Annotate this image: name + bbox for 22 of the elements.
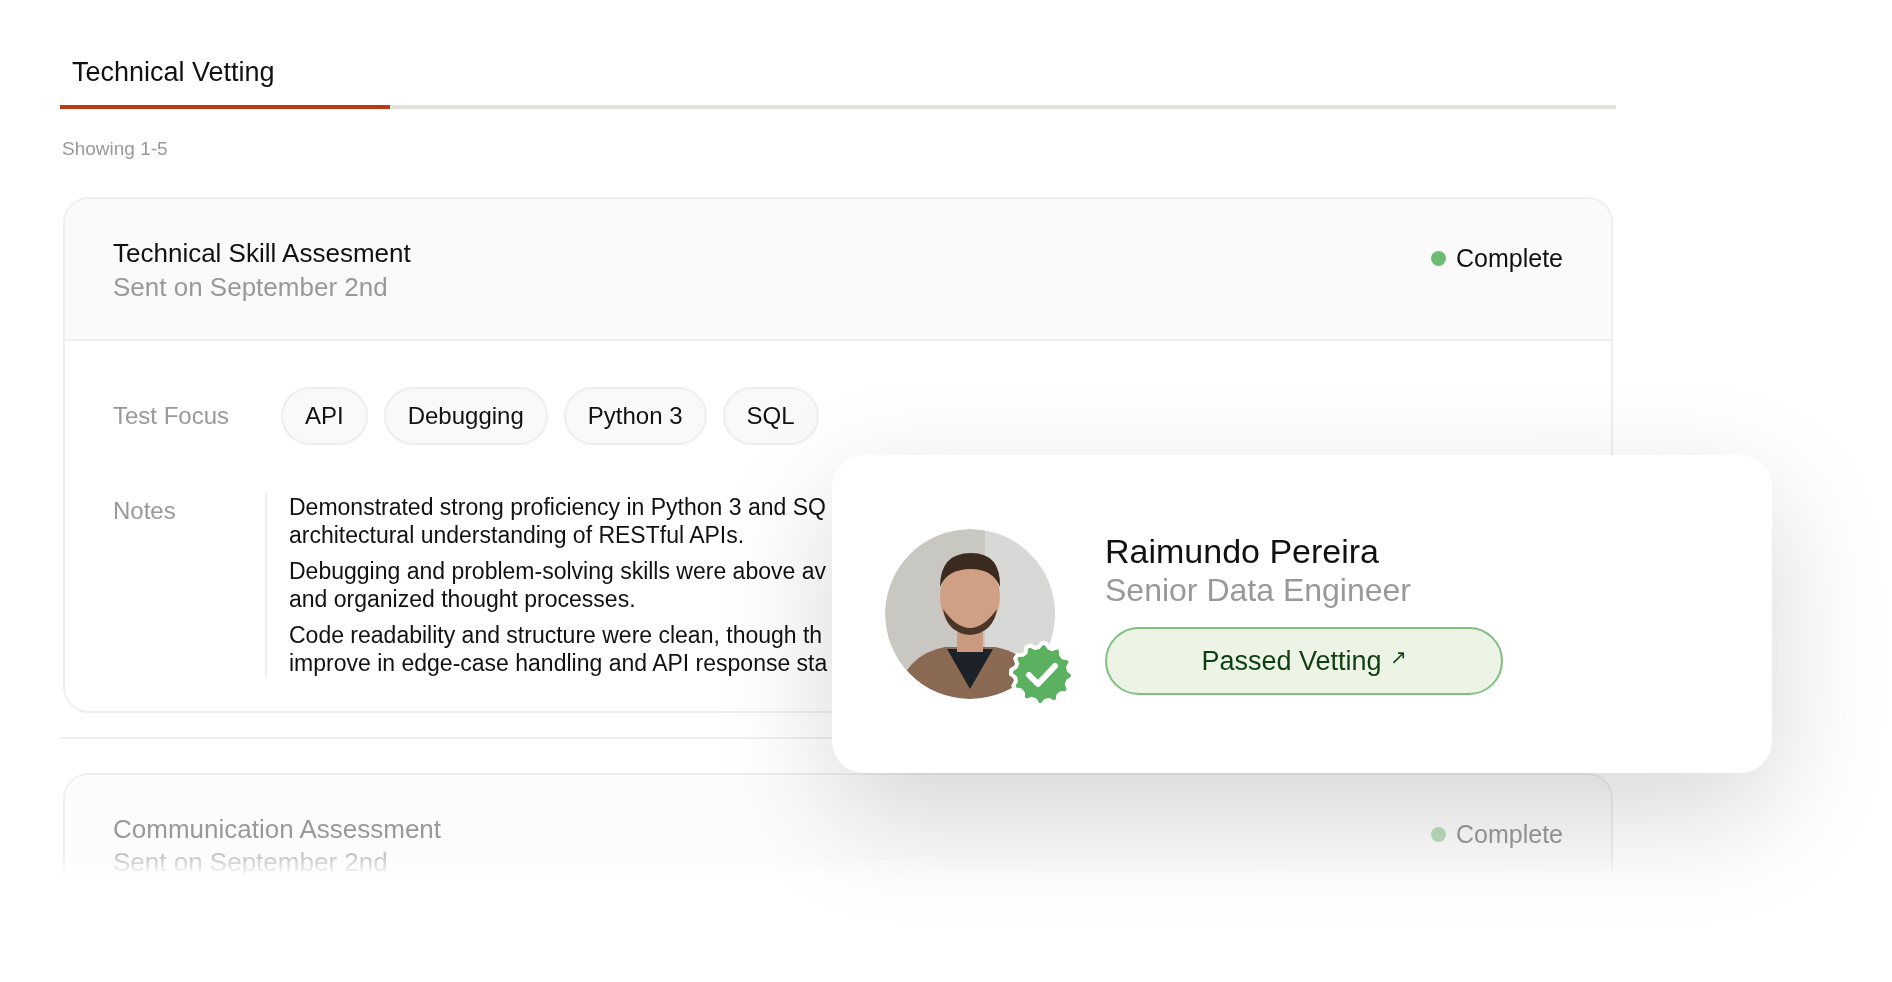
note-text: and organized thought processes. [289, 584, 636, 613]
status-label: Complete [1431, 815, 1563, 854]
skill-tag: Python 3 [563, 386, 707, 445]
assessment-title: Communication Assessment [113, 812, 442, 846]
results-count: Showing 1-5 [62, 136, 168, 161]
tab[interactable]: Technical Vetting [60, 44, 390, 109]
note-text: Demonstrated strong proficiency in Python 3 and SQ [289, 492, 826, 521]
status-label: Complete [1431, 240, 1563, 278]
note-text: Code readability and structure were clean, though th [289, 620, 823, 649]
sent-date: Sent on September 2nd [113, 270, 389, 304]
candidate-role: Senior Data Engineer [1105, 570, 1412, 609]
note-text: improve in edge-case handling and API response sta [289, 648, 828, 677]
note-text: Debugging and problem-solving skills were above av [289, 556, 826, 585]
field-label: Test Focus [113, 400, 231, 431]
field-label: Notes [113, 495, 177, 526]
note-text: architectural understanding of RESTful APIs. [289, 520, 745, 549]
vetting-status-button[interactable]: Passed Vetting ↗ [1105, 626, 1503, 695]
candidate-name: Raimundo Pereira [1105, 533, 1381, 571]
assessment-title: Technical Skill Assesment [113, 237, 411, 270]
skill-tag: API [281, 386, 368, 445]
skill-tag: SQL [722, 386, 819, 445]
skill-tag: Debugging [383, 386, 548, 445]
